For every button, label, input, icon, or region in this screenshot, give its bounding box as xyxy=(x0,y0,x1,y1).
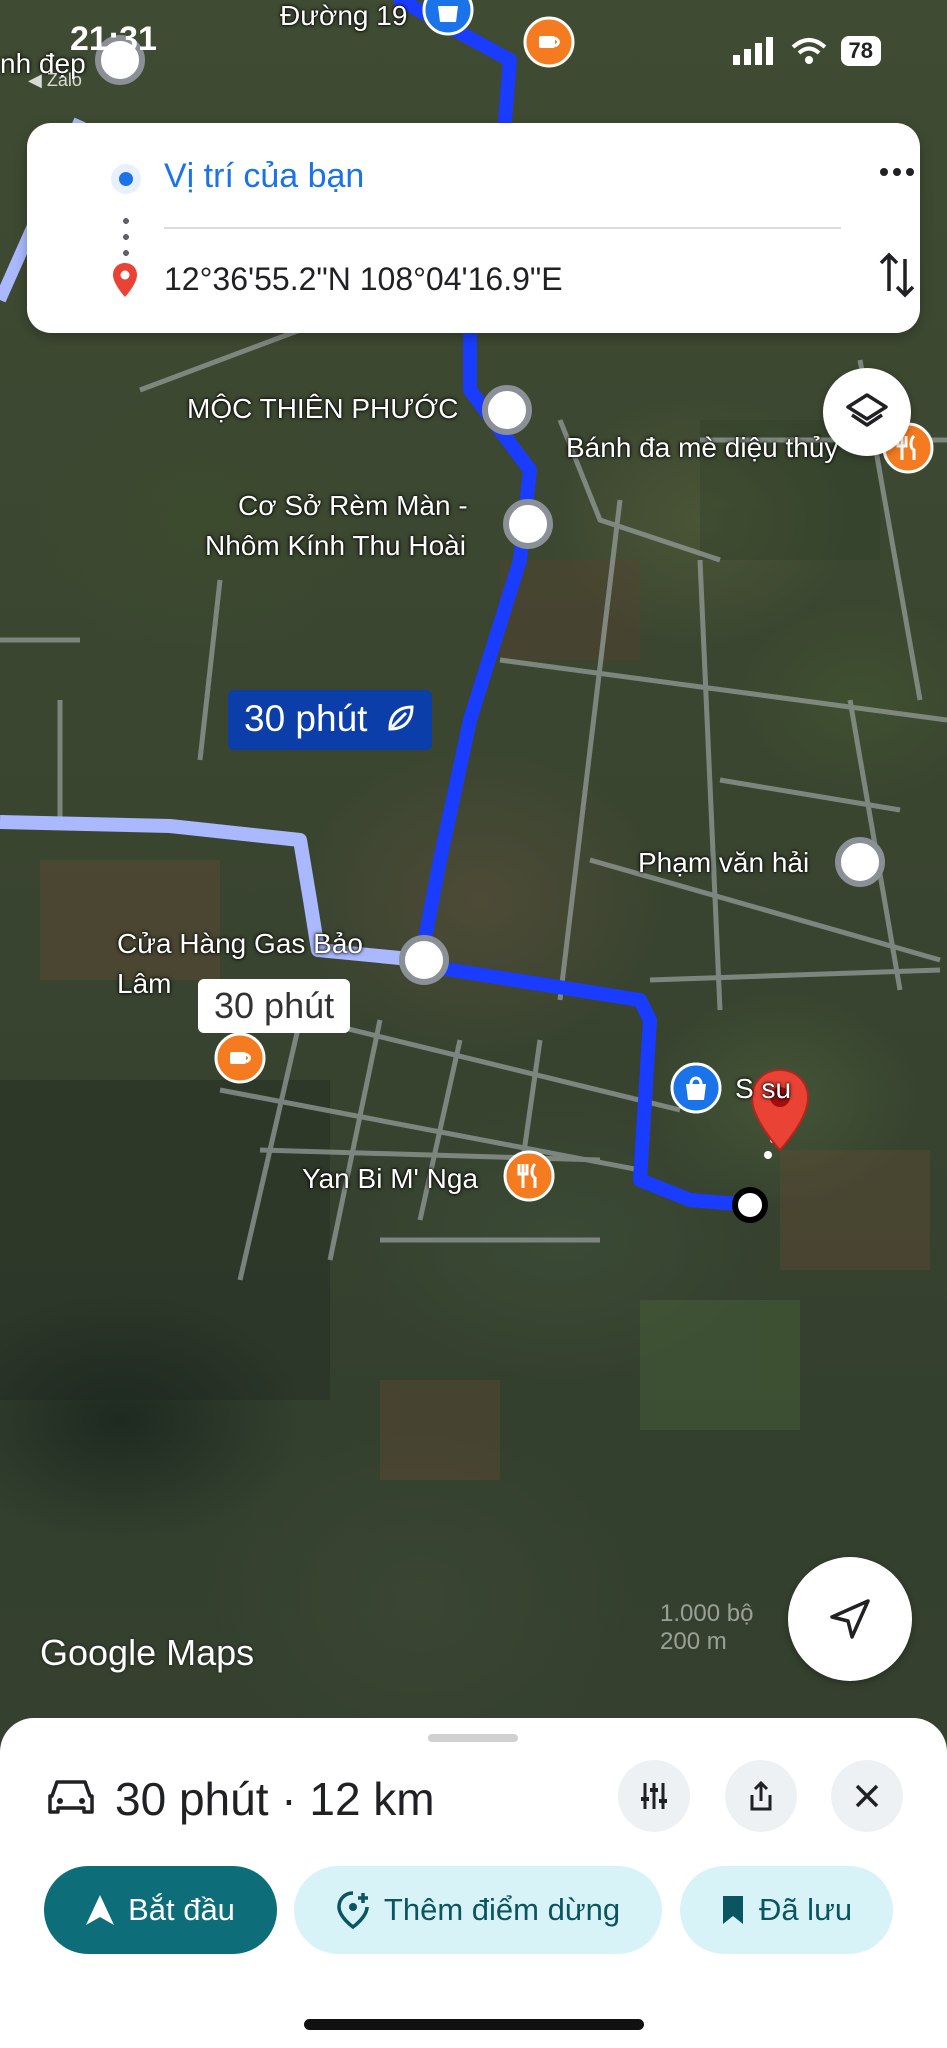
close-icon xyxy=(855,1784,879,1808)
map-label-poi[interactable]: Phạm văn hải xyxy=(638,847,809,879)
wifi-icon xyxy=(791,38,826,64)
navigation-arrow-icon xyxy=(830,1599,870,1639)
map-label-poi[interactable]: S su xyxy=(735,1073,791,1105)
route-duration-text: 30 phút xyxy=(244,698,368,739)
swap-direction-icon[interactable] xyxy=(867,245,927,305)
destination-field[interactable]: 12°36'55.2"N 108°04'16.9"E xyxy=(164,261,563,298)
sheet-drag-handle[interactable] xyxy=(428,1734,518,1742)
google-maps-logo: Google Maps xyxy=(40,1632,255,1673)
saved-label: Đã lưu xyxy=(758,1892,853,1927)
route-dots-icon xyxy=(123,213,129,263)
route-card: Vị trí của bạn 12°36'55.2"N 108°04'16.9"… xyxy=(27,123,920,333)
map-label-poi[interactable]: Yan Bi M' Nga xyxy=(302,1163,478,1195)
start-button[interactable]: Bắt đầu xyxy=(44,1866,277,1954)
scale-ft: 1.000 bộ xyxy=(660,1600,754,1627)
recenter-button[interactable] xyxy=(788,1557,912,1681)
share-button[interactable] xyxy=(725,1760,797,1832)
more-options-button[interactable] xyxy=(867,147,927,197)
add-location-icon xyxy=(337,1891,369,1929)
map-label-poi[interactable]: Nhôm Kính Thu Hoài xyxy=(205,530,466,562)
origin-field[interactable]: Vị trí của bạn xyxy=(164,157,364,196)
status-bar: 21:31 ◀ Zalo 78 xyxy=(0,0,947,90)
map-scale: 1.000 bộ 200 m xyxy=(660,1600,753,1656)
alt-route-duration-badge[interactable]: 30 phút xyxy=(198,979,351,1033)
route-dot xyxy=(764,1151,772,1159)
trip-summary: 30 phút · 12 km xyxy=(115,1773,435,1825)
status-icons: 78 xyxy=(732,36,881,66)
saved-button[interactable]: Đã lưu xyxy=(680,1866,893,1954)
cellular-signal-icon xyxy=(732,37,773,65)
route-end-marker xyxy=(732,1187,768,1223)
close-button[interactable] xyxy=(831,1760,903,1832)
map-label-poi[interactable]: Cửa Hàng Gas Bảo xyxy=(117,928,363,960)
tune-icon xyxy=(641,1783,667,1809)
eco-leaf-icon xyxy=(386,700,416,742)
cafe-pin-icon[interactable] xyxy=(214,1032,266,1084)
layers-icon xyxy=(846,393,888,427)
status-time: 21:31 xyxy=(70,20,157,58)
add-stop-button[interactable]: Thêm điểm dừng xyxy=(294,1866,662,1954)
navigation-icon xyxy=(86,1895,115,1925)
back-to-app-link[interactable]: ◀ Zalo xyxy=(28,70,82,91)
scale-m: 200 m xyxy=(660,1628,727,1655)
bookmark-icon xyxy=(722,1896,743,1924)
add-stop-label: Thêm điểm dừng xyxy=(383,1892,621,1927)
restaurant-pin-icon[interactable] xyxy=(503,1150,555,1202)
directions-sheet: 30 phút · 12 km Bắt đầu Thêm điểm dừng Đ… xyxy=(0,1718,947,2048)
map-label-poi[interactable]: Cơ Sở Rèm Màn - xyxy=(238,490,468,522)
map-label-poi[interactable]: Lâm xyxy=(117,968,171,1000)
battery-indicator: 78 xyxy=(840,36,881,66)
start-label: Bắt đầu xyxy=(128,1892,235,1927)
map-label-poi[interactable]: Bánh đa mè diệu thủy xyxy=(566,432,838,464)
route-options-button[interactable] xyxy=(618,1760,690,1832)
car-icon xyxy=(48,1780,94,1814)
map-label-poi[interactable]: MỘC THIÊN PHƯỚC xyxy=(187,393,458,425)
divider xyxy=(164,227,841,229)
shopping-pin-icon[interactable] xyxy=(670,1062,722,1114)
layers-button[interactable] xyxy=(823,368,911,456)
home-indicator[interactable] xyxy=(304,2019,644,2030)
my-location-dot-icon xyxy=(111,164,141,194)
share-icon xyxy=(750,1780,772,1811)
terrain-texture xyxy=(0,420,930,1480)
destination-marker-icon xyxy=(113,263,137,297)
route-duration-badge[interactable]: 30 phút xyxy=(228,690,432,751)
